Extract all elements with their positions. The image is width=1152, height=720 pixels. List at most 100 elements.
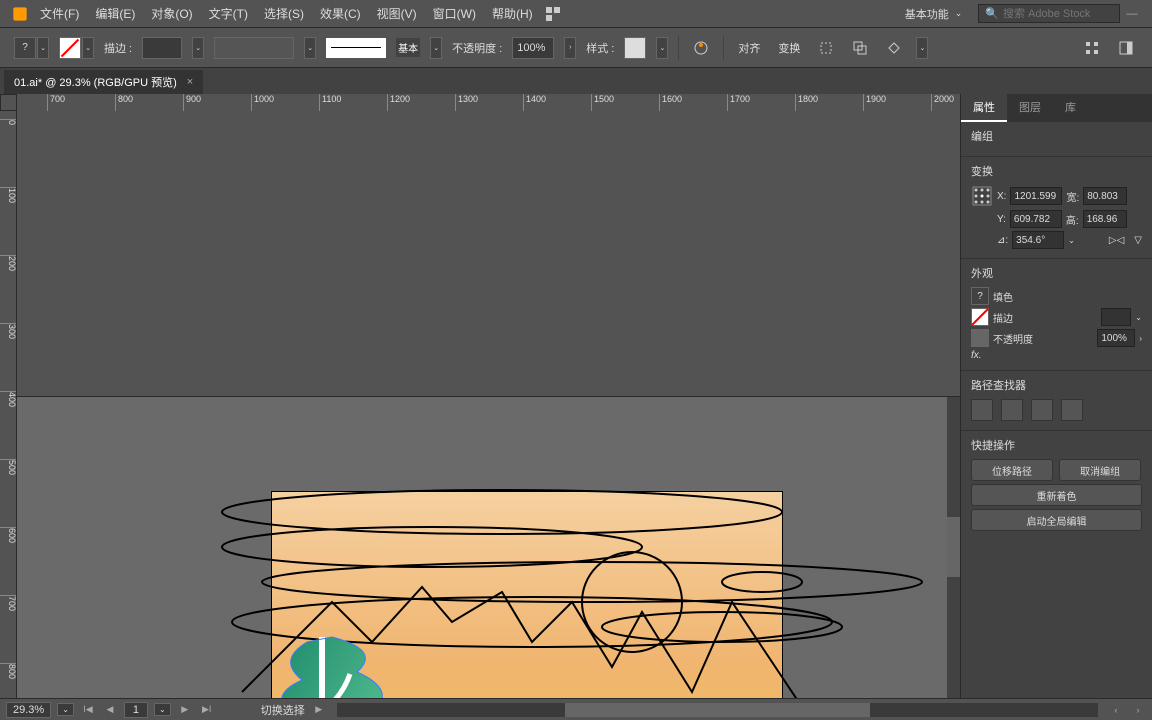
- hscrollbar[interactable]: [337, 703, 1098, 717]
- tab-properties[interactable]: 属性: [961, 94, 1007, 122]
- angle-input[interactable]: [1012, 231, 1064, 249]
- pf-minus-icon[interactable]: [1001, 399, 1023, 421]
- stroke-weight-label: 描边 :: [104, 40, 132, 56]
- pathfinder-header: 路径查找器: [971, 377, 1142, 393]
- transform-header: 变换: [971, 163, 1142, 179]
- stroke-dd[interactable]: ⌄: [82, 37, 94, 59]
- ruler-origin[interactable]: [0, 94, 17, 111]
- menu-file[interactable]: 文件(F): [32, 5, 87, 22]
- artboard: [272, 492, 782, 699]
- properties-panel: 属性 图层 库 编组 变换 X: 宽: Y: 高: ⊿:⌄ ▷◁ ▽ 外: [960, 94, 1152, 698]
- tab-layers[interactable]: 图层: [1007, 94, 1053, 122]
- zoom-dd[interactable]: ⌄: [57, 703, 74, 716]
- flip-v-icon[interactable]: ▽: [1134, 235, 1142, 246]
- fx-label[interactable]: fx.: [971, 350, 982, 361]
- artboard-dd[interactable]: ⌄: [154, 703, 171, 716]
- global-edit-button[interactable]: 启动全局编辑: [971, 509, 1142, 531]
- transform-button[interactable]: 变换: [774, 37, 804, 59]
- search-stock[interactable]: 🔍: [978, 4, 1120, 23]
- stroke-w-input[interactable]: [1101, 308, 1131, 326]
- canvas-vscroll[interactable]: [947, 397, 960, 699]
- tool-hint: 切换选择: [261, 702, 305, 718]
- w-input[interactable]: [1083, 187, 1127, 205]
- stroke-weight-input[interactable]: [142, 37, 182, 59]
- panel-tabs: 属性 图层 库: [961, 94, 1152, 122]
- offset-path-button[interactable]: 位移路径: [971, 459, 1053, 481]
- canvas[interactable]: [17, 397, 960, 699]
- opacity-label: 不透明度 :: [452, 40, 502, 56]
- recolor-icon[interactable]: [689, 36, 713, 60]
- close-tab-icon[interactable]: ×: [187, 76, 193, 88]
- scroll-left-icon[interactable]: ‹: [1108, 702, 1124, 718]
- menu-edit[interactable]: 编辑(E): [87, 5, 143, 22]
- more-dd[interactable]: ⌄: [916, 37, 928, 59]
- graphic-style[interactable]: [624, 37, 646, 59]
- tool-hint-play-icon[interactable]: ▶: [311, 702, 327, 718]
- fill-dd[interactable]: ⌄: [37, 37, 49, 59]
- zoom-level[interactable]: 29.3%: [6, 702, 51, 718]
- main-area: 0100200300400500600700800 70080090010001…: [0, 94, 1152, 698]
- x-input[interactable]: [1010, 187, 1062, 205]
- h-input[interactable]: [1083, 210, 1127, 228]
- workspace-label: 基本功能: [905, 6, 949, 22]
- menu-view[interactable]: 视图(V): [369, 5, 425, 22]
- recolor-button[interactable]: 重新着色: [971, 484, 1142, 506]
- menu-type[interactable]: 文字(T): [201, 5, 256, 22]
- tab-libraries[interactable]: 库: [1053, 94, 1088, 122]
- appearance-fill-mixed[interactable]: ?: [971, 287, 989, 305]
- opacity-dd[interactable]: ›: [564, 37, 576, 59]
- arrange-docs-icon[interactable]: [541, 2, 565, 26]
- search-input[interactable]: [1003, 8, 1113, 20]
- next-artboard-icon[interactable]: ▶: [177, 702, 193, 718]
- document-title: 01.ai* @ 29.3% (RGB/GPU 预览): [14, 74, 177, 90]
- status-bar: 29.3% ⌄ I◀ ◀ 1 ⌄ ▶ ▶I 切换选择 ▶ ‹ ›: [0, 698, 1152, 720]
- opacity-field[interactable]: [1097, 329, 1135, 347]
- clip-icon[interactable]: [848, 36, 872, 60]
- vertical-ruler: 0100200300400500600700800: [0, 111, 17, 698]
- workspace-switcher[interactable]: 基本功能 ⌄: [897, 6, 971, 22]
- opacity-input[interactable]: [512, 37, 554, 59]
- first-artboard-icon[interactable]: I◀: [80, 702, 96, 718]
- last-artboard-icon[interactable]: ▶I: [199, 702, 215, 718]
- stroke-weight-dd[interactable]: ⌄: [192, 37, 204, 59]
- app-icon: [8, 2, 32, 26]
- control-bar: ?⌄ ⌄ 描边 : ⌄ ⌄ 基本 ⌄ 不透明度 : › 样式 : ⌄ 对齐 变换…: [0, 28, 1152, 68]
- pf-intersect-icon[interactable]: [1031, 399, 1053, 421]
- var-width-profile[interactable]: [214, 37, 294, 59]
- scroll-right-icon[interactable]: ›: [1130, 702, 1146, 718]
- brush-dd[interactable]: ⌄: [430, 37, 442, 59]
- flip-h-icon[interactable]: ▷◁: [1109, 235, 1124, 246]
- pf-exclude-icon[interactable]: [1061, 399, 1083, 421]
- horizontal-ruler: 7008009001000110012001300140015001600170…: [17, 94, 960, 397]
- align-button[interactable]: 对齐: [734, 37, 764, 59]
- stroke-swatch[interactable]: [59, 37, 81, 59]
- menu-help[interactable]: 帮助(H): [484, 5, 541, 22]
- var-width-dd[interactable]: ⌄: [304, 37, 316, 59]
- minimize-icon[interactable]: —: [1120, 2, 1144, 26]
- appearance-stroke-none[interactable]: [971, 308, 989, 326]
- chevron-down-icon: ⌄: [955, 8, 963, 19]
- style-label: 样式 :: [586, 40, 614, 56]
- document-tab[interactable]: 01.ai* @ 29.3% (RGB/GPU 预览) ×: [4, 70, 203, 94]
- artboard-number[interactable]: 1: [124, 702, 148, 718]
- edit-contents-icon[interactable]: [882, 36, 906, 60]
- fill-swatch[interactable]: ?: [14, 37, 36, 59]
- brush-label: 基本: [396, 38, 420, 57]
- style-dd[interactable]: ⌄: [656, 37, 668, 59]
- pf-unite-icon[interactable]: [971, 399, 993, 421]
- panel-toggle-icon[interactable]: [1114, 36, 1138, 60]
- prev-artboard-icon[interactable]: ◀: [102, 702, 118, 718]
- appearance-header: 外观: [971, 265, 1142, 281]
- menu-select[interactable]: 选择(S): [256, 5, 312, 22]
- ungroup-button[interactable]: 取消编组: [1059, 459, 1141, 481]
- menu-window[interactable]: 窗口(W): [425, 5, 484, 22]
- brush-preview[interactable]: [326, 38, 386, 58]
- grid-icon[interactable]: [1080, 36, 1104, 60]
- menu-effect[interactable]: 效果(C): [312, 5, 369, 22]
- y-input[interactable]: [1010, 210, 1062, 228]
- quick-actions-header: 快捷操作: [971, 437, 1142, 453]
- reference-point-icon[interactable]: [971, 185, 993, 207]
- menu-object[interactable]: 对象(O): [143, 5, 200, 22]
- isolate-icon[interactable]: [814, 36, 838, 60]
- menu-bar: 文件(F) 编辑(E) 对象(O) 文字(T) 选择(S) 效果(C) 视图(V…: [0, 0, 1152, 28]
